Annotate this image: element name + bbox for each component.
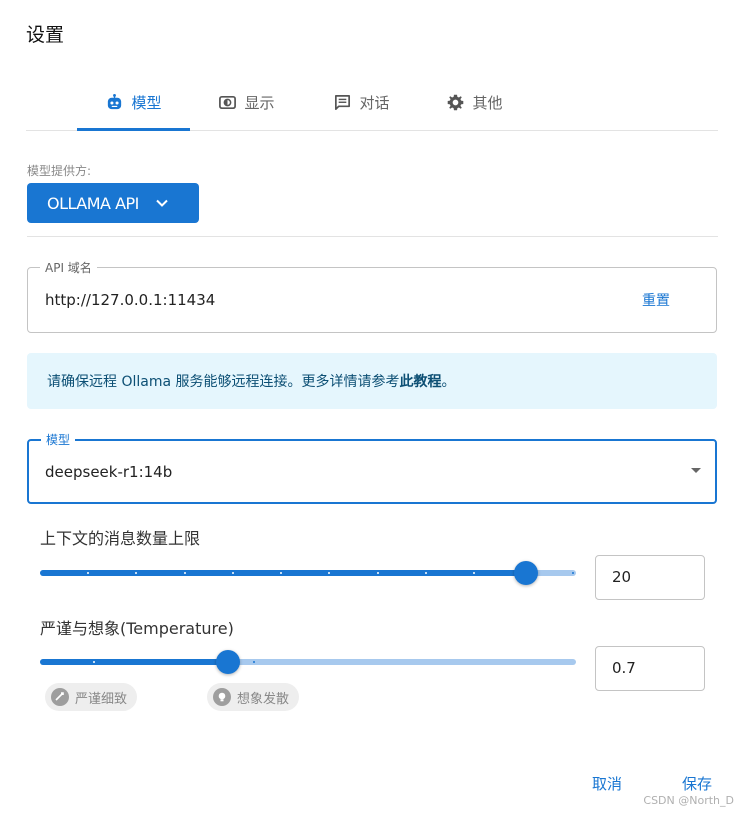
tab-model[interactable]: 模型 <box>77 74 190 130</box>
api-host-field[interactable]: API 域名 http://127.0.0.1:11434 重置 <box>27 259 717 333</box>
temperature-slider[interactable] <box>40 650 576 674</box>
api-host-label: API 域名 <box>40 259 97 276</box>
tab-model-label: 模型 <box>131 93 162 112</box>
tab-display-label: 显示 <box>244 93 275 112</box>
display-icon <box>219 95 237 109</box>
slider-mark <box>92 661 95 663</box>
dialog-title: 设置 <box>26 24 65 46</box>
model-value: deepseek-r1:14b <box>45 463 173 481</box>
info-alert: 请确保远程 Ollama 服务能够远程连接。更多详情请参考 此教程。 <box>27 353 717 409</box>
model-label: 模型 <box>41 431 76 448</box>
tab-bar: 模型 显示 对话 其他 <box>26 74 718 131</box>
robot-icon <box>108 93 122 109</box>
context-limit-input[interactable]: 20 <box>595 555 705 600</box>
info-text: 请确保远程 Ollama 服务能够远程连接。更多详情请参考 <box>47 374 400 390</box>
slider-thumb[interactable] <box>513 561 538 585</box>
slider-track <box>40 570 526 576</box>
tab-other[interactable]: 其他 <box>432 74 517 130</box>
slider-mark <box>376 572 379 574</box>
precise-icon <box>51 688 69 706</box>
model-select[interactable]: 模型 deepseek-r1:14b <box>27 431 717 504</box>
slider-thumb[interactable] <box>215 650 240 674</box>
chevron-down-icon <box>156 199 168 207</box>
chat-icon <box>335 94 351 110</box>
gear-icon <box>448 94 464 110</box>
slider-mark <box>424 572 427 574</box>
reset-button[interactable]: 重置 <box>642 290 670 310</box>
slider-track <box>40 659 228 665</box>
lightbulb-icon <box>213 688 231 706</box>
provider-dropdown-button[interactable]: OLLAMA API <box>27 183 199 223</box>
section-divider <box>27 236 718 237</box>
slider-mark <box>183 572 186 574</box>
context-limit-label: 上下文的消息数量上限 <box>40 529 201 548</box>
save-button[interactable]: 保存 <box>682 773 712 794</box>
provider-value: OLLAMA API <box>47 193 139 213</box>
temperature-input[interactable]: 0.7 <box>595 646 705 691</box>
cancel-button[interactable]: 取消 <box>592 773 622 794</box>
info-suffix: 。 <box>441 374 456 390</box>
tab-chat-label: 对话 <box>359 93 390 112</box>
chip-precise[interactable]: 严谨细致 <box>45 683 138 711</box>
chip-precise-label: 严谨细致 <box>75 691 128 707</box>
context-limit-slider[interactable] <box>40 561 576 585</box>
dropdown-arrow-icon <box>691 468 701 473</box>
tab-display[interactable]: 显示 <box>204 74 289 130</box>
temperature-label: 严谨与想象(Temperature) <box>40 619 234 638</box>
tab-other-label: 其他 <box>472 93 503 112</box>
watermark: CSDN @North_D <box>643 794 734 807</box>
chip-imaginative[interactable]: 想象发散 <box>207 683 300 711</box>
active-tab-indicator <box>77 128 190 131</box>
tab-chat[interactable]: 对话 <box>319 74 404 130</box>
provider-label: 模型提供方: <box>27 164 92 178</box>
chip-imaginative-label: 想象发散 <box>237 691 290 707</box>
tutorial-link[interactable]: 此教程 <box>400 371 442 391</box>
slider-mark <box>231 572 234 574</box>
api-host-value[interactable]: http://127.0.0.1:11434 <box>45 291 215 309</box>
